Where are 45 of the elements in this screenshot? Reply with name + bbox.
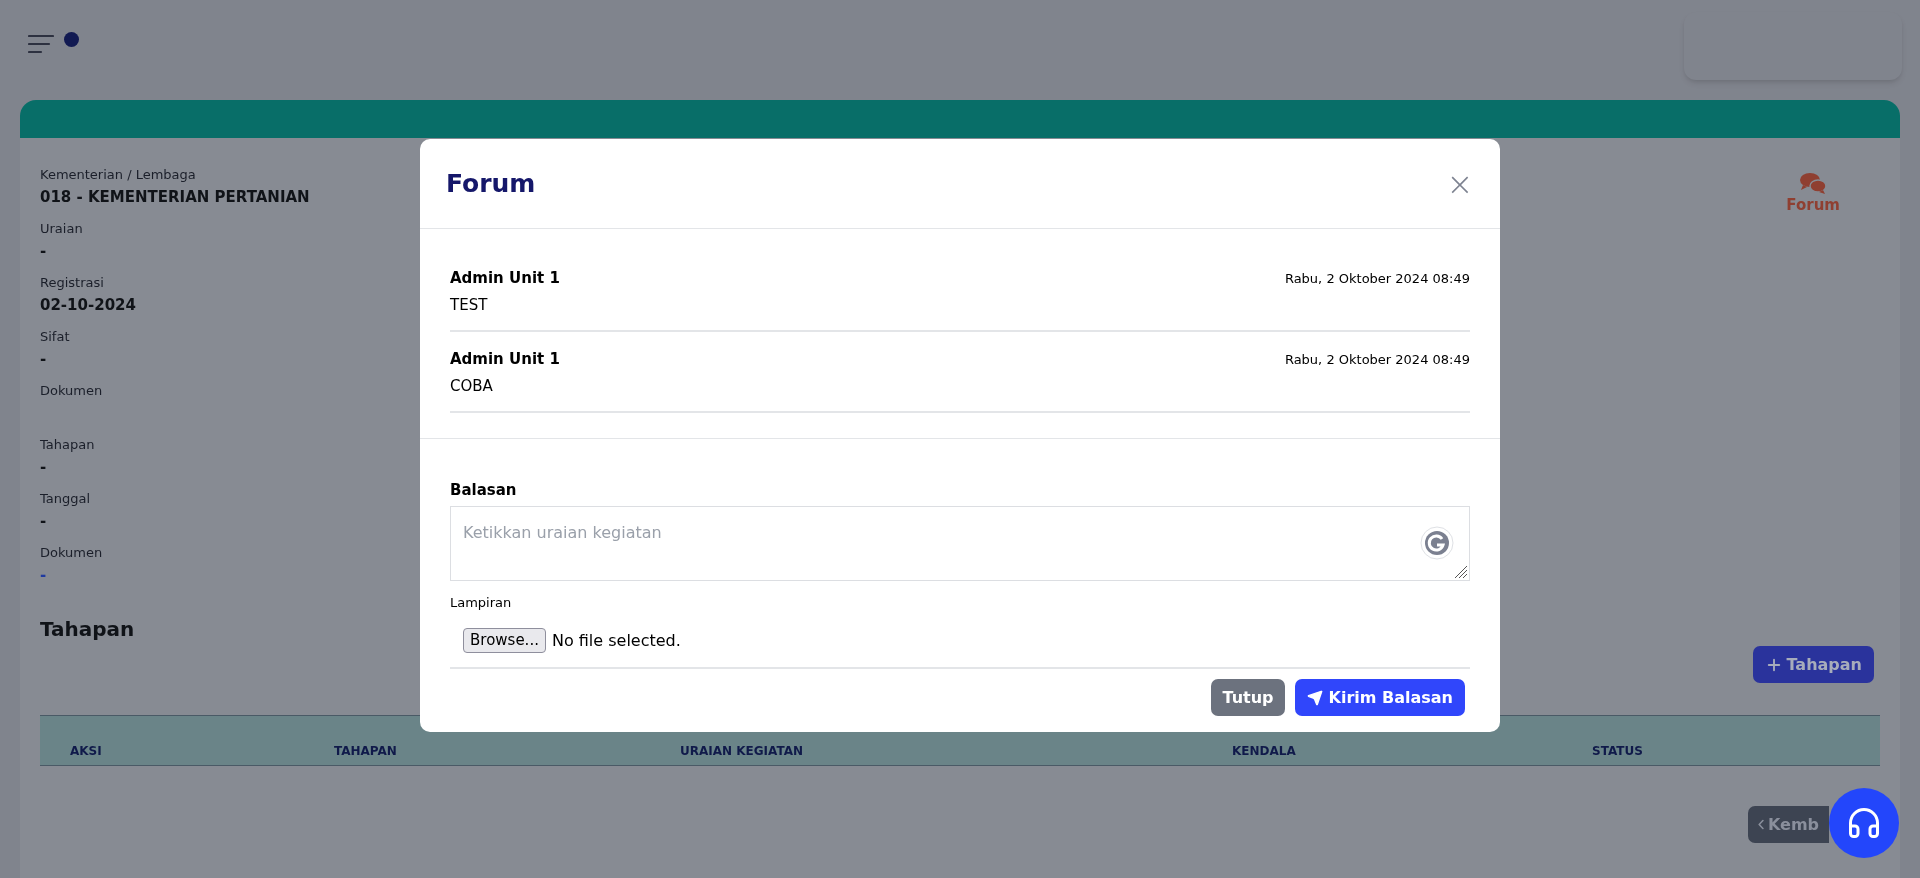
field-label: Sifat [40, 328, 71, 346]
resize-handle-icon [1454, 564, 1468, 579]
column-header: KENDALA [1232, 744, 1296, 758]
section-title: Tahapan [40, 616, 135, 643]
attachment-label: Lampiran [450, 593, 513, 612]
file-status: No file selected. [551, 629, 681, 652]
browse-button[interactable]: Browse... [463, 628, 546, 653]
reply-field[interactable]: Ketikkan uraian kegiatan [450, 505, 1470, 581]
add-tahapan-button[interactable]: Tahapan [1752, 646, 1874, 683]
field-value: - [40, 457, 48, 478]
g-badge-icon [1420, 525, 1454, 560]
close-button[interactable]: × [1446, 169, 1474, 198]
headset-icon [1846, 805, 1882, 841]
message-author: Admin Unit 1 [450, 349, 560, 370]
field-label: Tanggal [40, 490, 92, 508]
document-link[interactable]: - [40, 562, 47, 588]
message-time: Rabu, 2 Oktober 2024 08:49 [1284, 350, 1470, 369]
field-value: - [40, 511, 48, 532]
close-dialog-button[interactable]: Tutup [1211, 679, 1285, 716]
column-header: AKSI [70, 744, 102, 758]
send-reply-button[interactable]: Kirim Balasan [1294, 679, 1465, 716]
back-button[interactable]: Kemb [1748, 806, 1829, 843]
field-value: 02-10-2024 [40, 295, 137, 316]
dialog-title: Forum [446, 167, 536, 200]
column-header: URAIAN KEGIATAN [680, 744, 803, 758]
message-text: TEST [450, 294, 489, 316]
send-icon [1306, 689, 1323, 706]
message-author: Admin Unit 1 [450, 268, 560, 289]
field-value: - [40, 241, 48, 262]
field-label: Kementerian / Lembaga [40, 166, 197, 184]
field-value: 018 - KEMENTERIAN PERTANIAN [40, 187, 310, 208]
reply-label: Balasan [450, 480, 518, 501]
field-label: Uraian [40, 220, 84, 238]
column-header: TAHAPAN [334, 744, 397, 758]
field-label: Dokumen [40, 544, 104, 562]
column-header: STATUS [1592, 744, 1643, 758]
field-label: Dokumen [40, 382, 104, 400]
chat-bubbles-icon [1799, 172, 1828, 194]
field-label: Registrasi [40, 274, 105, 292]
field-label: Tahapan [40, 436, 96, 454]
message-time: Rabu, 2 Oktober 2024 08:49 [1284, 269, 1470, 288]
field-value: - [40, 349, 48, 370]
chevron-left-icon [1758, 817, 1764, 832]
message-text: COBA [450, 375, 494, 397]
menu-icon[interactable] [28, 34, 54, 56]
